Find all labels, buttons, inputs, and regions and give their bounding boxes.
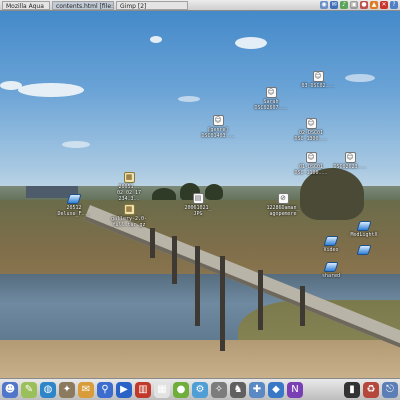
help-icon[interactable]: ? xyxy=(390,1,398,9)
taskbar-button-contents[interactable]: contents.html [file:/ xyxy=(52,0,114,10)
gimp-icon[interactable]: ✦ xyxy=(59,381,75,398)
animal-icon[interactable]: ♞ xyxy=(230,381,246,398)
calendar-icon[interactable]: ▦ xyxy=(154,381,170,398)
wallpaper-cloud xyxy=(150,36,162,43)
file-icon: ☺ xyxy=(305,152,317,163)
network-utility-icon[interactable]: ◆ xyxy=(268,381,284,398)
taskbar-button-gimp[interactable]: Gimp [2] xyxy=(116,0,188,10)
file-icon: ▤ xyxy=(192,193,204,204)
desktop-icon-20051[interactable]: ▦ 20051.. 02_02_17 234.3.. xyxy=(99,172,159,202)
top-panel: Mozilla Aqua contents.html [file:/ Gimp … xyxy=(0,0,400,11)
network-icon[interactable]: ◉ xyxy=(320,1,328,9)
wallpaper-cloud xyxy=(345,74,375,82)
trash-full-icon[interactable]: ♻ xyxy=(363,381,379,398)
utility-icon[interactable]: ⚲ xyxy=(97,381,113,398)
desktop-icon-label: [genre] DSC01403... xyxy=(201,127,235,139)
drive-icon xyxy=(323,262,339,272)
desktop-icon-03[interactable]: ☺ 03-DSC02... xyxy=(288,71,348,89)
desktop-icon-blue-2[interactable] xyxy=(334,245,394,256)
orb-icon[interactable]: ● xyxy=(173,381,189,398)
mail-icon[interactable]: ✉ xyxy=(330,1,338,9)
wallpaper-cloud xyxy=(18,83,84,97)
desktop-icon-new-jpg[interactable]: ☺ DSC02623... xyxy=(320,152,380,170)
badge-icon[interactable]: N xyxy=(287,381,303,398)
monitor-icon[interactable]: ▣ xyxy=(350,1,358,9)
tools-icon[interactable]: ✚ xyxy=(249,381,265,398)
text-editor-icon[interactable]: ✎ xyxy=(21,381,37,398)
application-dock: ☻ ✎ ◍ ✦ ✉ ⚲ ▶ ▥ ▦ ● ⚙ ✧ ♞ ✚ ◆ N ▮ ♻ ⎋ xyxy=(0,378,400,400)
file-icon: ⊘ xyxy=(277,193,289,204)
desktop-icon-label: shared xyxy=(321,273,341,279)
desktop-icon-label: gallery-2.0- full.tar.gz xyxy=(110,216,148,228)
desktop-icon-shared[interactable]: shared xyxy=(301,262,361,279)
compass-icon[interactable]: ✧ xyxy=(211,381,227,398)
warning-icon[interactable]: ▲ xyxy=(370,1,378,9)
user-icon[interactable]: ● xyxy=(360,1,368,9)
system-tray: ◉ ✉ ♪ ▣ ● ▲ ✕? xyxy=(320,1,400,9)
file-icon: ☺ xyxy=(212,115,224,126)
drive-icon xyxy=(66,194,82,204)
library-icon[interactable]: ▥ xyxy=(135,381,151,398)
media-player-icon[interactable]: ▶ xyxy=(116,381,132,398)
logout-icon[interactable]: ⎋ xyxy=(382,381,398,398)
desktop-icon-label: 20051.. 02_02_17 234.3.. xyxy=(116,184,142,202)
volume-icon[interactable]: ♪ xyxy=(340,1,348,9)
drive-icon xyxy=(356,221,372,231)
file-icon: ☺ xyxy=(312,71,324,82)
file-icon: ☺ xyxy=(265,87,277,98)
desktop-icon-label: DSC02623... xyxy=(333,164,367,170)
file-icon: ☺ xyxy=(305,118,317,129)
gear-icon[interactable]: ⚙ xyxy=(192,381,208,398)
wallpaper-cloud xyxy=(235,37,267,49)
wallpaper-riverbank xyxy=(0,340,400,378)
desktop-icon-label: 20512 Deluxe_F... xyxy=(57,205,91,217)
globe-icon[interactable]: ◍ xyxy=(40,381,56,398)
terminal-icon[interactable]: ▮ xyxy=(344,381,360,398)
file-icon: ☺ xyxy=(344,152,356,163)
desktop-icon-sarah[interactable]: ☺ Sarah DSC02607... xyxy=(241,87,301,111)
finder-icon[interactable]: ☻ xyxy=(2,381,18,398)
desktop-icon-label: 03-DSC02... xyxy=(301,83,335,89)
desktop-icon-gallery-tarball[interactable]: ▦ gallery-2.0- full.tar.gz xyxy=(99,204,159,228)
desktop-icon-20061021[interactable]: ▤ 20061021_ JPG xyxy=(168,193,228,217)
desktop-icon-genre[interactable]: ☺ [genre] DSC01403... xyxy=(188,115,248,139)
wallpaper-bridge-pile xyxy=(258,270,263,330)
wallpaper-cloud xyxy=(62,141,90,148)
wallpaper-cloud xyxy=(178,96,200,102)
drive-icon xyxy=(356,245,372,255)
desktop-icon-label: 20061021_ JPG xyxy=(184,205,212,217)
desktop-icon-label: 02-DSC01 DSC-1300... xyxy=(294,130,328,142)
wallpaper-bridge-pile xyxy=(220,256,225,351)
wallpaper-bridge-pile xyxy=(195,246,200,326)
desktop-icon-label: Sarah DSC02607... xyxy=(254,99,288,111)
desktop-icon-02[interactable]: ☺ 02-DSC01 DSC-1300... xyxy=(281,118,341,142)
desktop-icon-12286[interactable]: ⊘ 12286Daman_ agopemore xyxy=(253,193,313,217)
archive-icon: ▦ xyxy=(123,204,135,215)
exit-icon[interactable]: ✕ xyxy=(380,1,388,9)
wallpaper-bridge-pile xyxy=(172,236,177,284)
mail-client-icon[interactable]: ✉ xyxy=(78,381,94,398)
desktop-icon-label: 12286Daman_ agopemore xyxy=(266,205,300,217)
wallpaper-bridge-pile xyxy=(150,228,155,258)
wallpaper-bridge-pile xyxy=(300,286,305,326)
desktop-icon-20512-deluxe[interactable]: 20512 Deluxe_F... xyxy=(44,194,104,217)
archive-icon: ▦ xyxy=(123,172,135,183)
wallpaper-cloud xyxy=(0,81,22,90)
taskbar-button-mozilla[interactable]: Mozilla Aqua xyxy=(2,0,50,10)
